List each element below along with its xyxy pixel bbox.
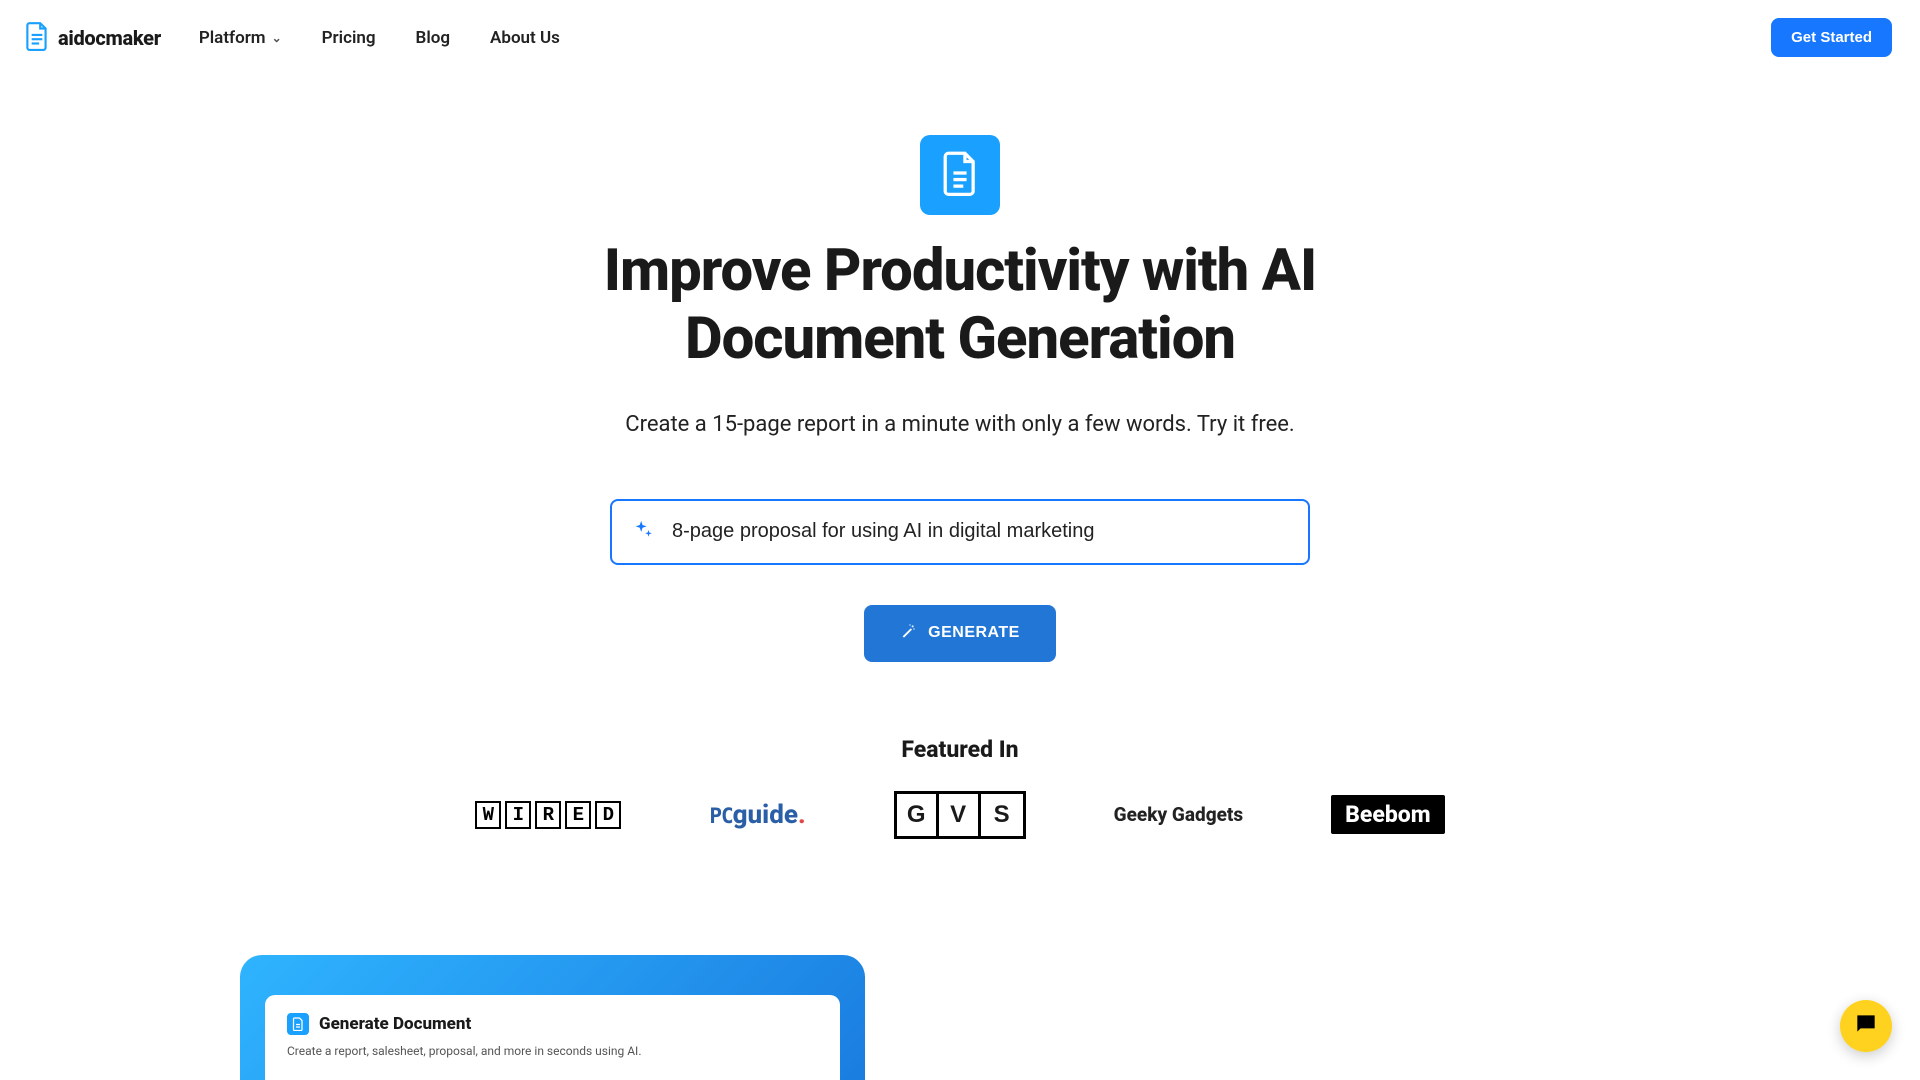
prompt-box[interactable] — [610, 499, 1310, 565]
nav-pricing[interactable]: Pricing — [322, 28, 376, 48]
magic-wand-icon — [900, 623, 916, 644]
nav-about-label: About Us — [490, 28, 560, 48]
hero-subtitle: Create a 15-page report in a minute with… — [625, 412, 1294, 437]
hero-section: Improve Productivity with AI Document Ge… — [0, 75, 1920, 839]
hero-title: Improve Productivity with AI Document Ge… — [550, 237, 1370, 374]
document-icon — [24, 21, 50, 55]
sparkle-icon — [632, 519, 654, 545]
header: aidocmaker Platform ⌄ Pricing Blog About… — [0, 0, 1920, 75]
logo-text: aidocmaker — [58, 26, 161, 50]
featured-section: Featured In WIRED PCguide. GVS Geeky Gad… — [475, 736, 1444, 839]
generate-button[interactable]: GENERATE — [864, 605, 1056, 662]
nav-blog-label: Blog — [416, 28, 451, 48]
logo-gvs: GVS — [894, 791, 1026, 839]
hero-icon-box — [920, 135, 1000, 215]
demo-card-subtitle: Create a report, salesheet, proposal, an… — [287, 1044, 818, 1058]
logo-geeky-gadgets: Geeky Gadgets — [1114, 803, 1243, 826]
nav-pricing-label: Pricing — [322, 28, 376, 48]
nav-platform-label: Platform — [199, 28, 266, 48]
logo-wired: WIRED — [475, 801, 621, 829]
logo[interactable]: aidocmaker — [24, 21, 161, 55]
prompt-input[interactable] — [672, 520, 1288, 543]
get-started-button[interactable]: Get Started — [1771, 18, 1892, 57]
get-started-label: Get Started — [1791, 29, 1872, 46]
featured-title: Featured In — [475, 736, 1444, 763]
nav-blog[interactable]: Blog — [416, 28, 451, 48]
logo-beebom: Beebom — [1331, 795, 1445, 834]
document-icon — [287, 1013, 309, 1035]
featured-logos: WIRED PCguide. GVS Geeky Gadgets Beebom — [475, 791, 1444, 839]
header-left: aidocmaker Platform ⌄ Pricing Blog About… — [24, 21, 560, 55]
document-icon — [940, 150, 980, 200]
demo-card: Generate Document Create a report, sales… — [265, 995, 840, 1080]
logo-pcguide: PCguide. — [709, 800, 805, 830]
logo-pcguide-pc: PC — [709, 804, 732, 828]
demo-preview: Generate Document Create a report, sales… — [240, 955, 865, 1080]
logo-pcguide-dot: . — [798, 800, 806, 830]
main-nav: Platform ⌄ Pricing Blog About Us — [199, 28, 560, 48]
chat-icon — [1853, 1011, 1879, 1041]
chat-support-button[interactable] — [1840, 1000, 1892, 1052]
chevron-down-icon: ⌄ — [272, 31, 282, 45]
generate-label: GENERATE — [928, 624, 1020, 642]
logo-pcguide-guide: guide — [733, 800, 798, 830]
demo-card-header: Generate Document — [287, 1013, 818, 1035]
nav-platform[interactable]: Platform ⌄ — [199, 28, 282, 48]
nav-about[interactable]: About Us — [490, 28, 560, 48]
demo-card-title: Generate Document — [319, 1014, 471, 1034]
